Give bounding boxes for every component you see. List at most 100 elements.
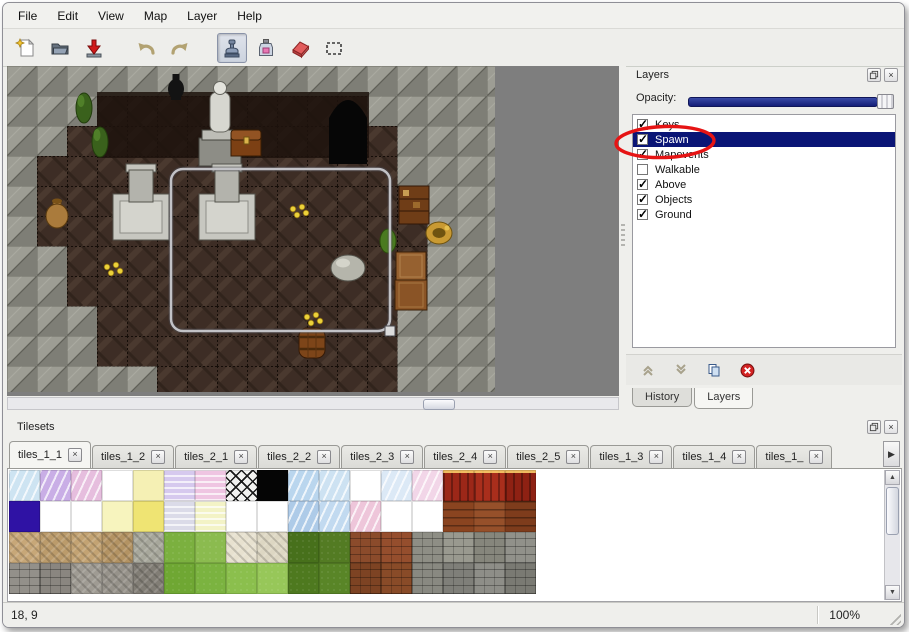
- redo-button[interactable]: [165, 33, 195, 63]
- close-tab-icon[interactable]: ×: [317, 450, 331, 464]
- tileset-tile[interactable]: [9, 532, 40, 563]
- tileset-tile[interactable]: [443, 470, 474, 501]
- tileset-tile[interactable]: [412, 563, 443, 594]
- close-panel-button[interactable]: ×: [884, 420, 898, 434]
- tab-layers[interactable]: Layers: [694, 388, 753, 409]
- layer-row-above[interactable]: Above: [633, 177, 895, 192]
- open-button[interactable]: [45, 33, 75, 63]
- tileset-tile[interactable]: [257, 532, 288, 563]
- tileset-tile[interactable]: [257, 470, 288, 501]
- tileset-tile[interactable]: [133, 501, 164, 532]
- scroll-down-button[interactable]: ▼: [885, 585, 900, 600]
- tileset-tile[interactable]: [505, 563, 536, 594]
- scroll-tabs-right-button[interactable]: ▶: [883, 441, 900, 467]
- tab-history[interactable]: History: [632, 388, 692, 407]
- tileset-tile[interactable]: [319, 470, 350, 501]
- tileset-tile[interactable]: [40, 532, 71, 563]
- float-panel-button[interactable]: [867, 420, 881, 434]
- tileset-tile[interactable]: [164, 532, 195, 563]
- tileset-tile[interactable]: [195, 563, 226, 594]
- tileset-tile[interactable]: [319, 532, 350, 563]
- fill-tool-button[interactable]: [251, 33, 281, 63]
- tileset-tab-tiles_2_1[interactable]: tiles_2_1×: [175, 445, 257, 468]
- resize-grip[interactable]: [887, 611, 901, 625]
- tileset-tile[interactable]: [381, 563, 412, 594]
- tileset-tile[interactable]: [226, 563, 257, 594]
- layer-visibility-checkbox[interactable]: [637, 149, 648, 160]
- scrollbar-thumb[interactable]: [423, 399, 455, 410]
- tileset-tab-tiles_2_5[interactable]: tiles_2_5×: [507, 445, 589, 468]
- tileset-tile[interactable]: [350, 470, 381, 501]
- duplicate-layer-button[interactable]: [704, 360, 724, 380]
- layer-row-objects[interactable]: Objects: [633, 192, 895, 207]
- tileset-tile[interactable]: [257, 501, 288, 532]
- tileset-tile[interactable]: [9, 470, 40, 501]
- opacity-slider[interactable]: [688, 94, 894, 107]
- tileset-tile[interactable]: [71, 501, 102, 532]
- new-file-button[interactable]: [11, 33, 41, 63]
- tileset-tab-tiles_1_3[interactable]: tiles_1_3×: [590, 445, 672, 468]
- menu-file[interactable]: File: [9, 6, 46, 26]
- close-tab-icon[interactable]: ×: [809, 450, 823, 464]
- tileset-tile[interactable]: [164, 501, 195, 532]
- tileset-tile[interactable]: [412, 501, 443, 532]
- scroll-up-button[interactable]: ▲: [885, 470, 900, 485]
- scrollbar-thumb[interactable]: [886, 487, 899, 535]
- menu-layer[interactable]: Layer: [178, 6, 226, 26]
- layer-row-walkable[interactable]: Walkable: [633, 162, 895, 177]
- tileset-tile[interactable]: [474, 470, 505, 501]
- tileset-tab-tiles_1_1[interactable]: tiles_1_1×: [9, 441, 91, 468]
- tileset-tile[interactable]: [319, 501, 350, 532]
- tileset-tile[interactable]: [102, 532, 133, 563]
- layer-row-keys[interactable]: Keys: [633, 117, 895, 132]
- layer-visibility-checkbox[interactable]: [637, 164, 648, 175]
- map-h-scrollbar[interactable]: [7, 397, 619, 410]
- tileset-tile[interactable]: [288, 532, 319, 563]
- tileset-tile[interactable]: [505, 501, 536, 532]
- tileset-tile[interactable]: [350, 532, 381, 563]
- tileset-tile[interactable]: [474, 501, 505, 532]
- tileset-tile[interactable]: [443, 532, 474, 563]
- tileset-tile[interactable]: [164, 563, 195, 594]
- close-tab-icon[interactable]: ×: [234, 450, 248, 464]
- tileset-tile[interactable]: [350, 563, 381, 594]
- tileset-tile[interactable]: [474, 532, 505, 563]
- tileset-tile[interactable]: [505, 532, 536, 563]
- tileset-tile[interactable]: [195, 470, 226, 501]
- close-tab-icon[interactable]: ×: [566, 450, 580, 464]
- tileset-tab-truncated[interactable]: tiles_1_×: [756, 445, 832, 468]
- eraser-tool-button[interactable]: [285, 33, 315, 63]
- layer-row-spawn[interactable]: Spawn: [633, 132, 895, 147]
- tileset-tile[interactable]: [71, 470, 102, 501]
- tileset-tile[interactable]: [381, 532, 412, 563]
- tileset-tile[interactable]: [71, 532, 102, 563]
- menu-help[interactable]: Help: [228, 6, 271, 26]
- tileset-tile[interactable]: [319, 563, 350, 594]
- layer-visibility-checkbox[interactable]: [637, 179, 648, 190]
- tileset-tile[interactable]: [474, 563, 505, 594]
- vertical-splitter[interactable]: [619, 66, 626, 396]
- delete-layer-button[interactable]: [737, 360, 757, 380]
- layer-visibility-checkbox[interactable]: [637, 119, 648, 130]
- tileset-tile[interactable]: [40, 501, 71, 532]
- close-tab-icon[interactable]: ×: [483, 450, 497, 464]
- tileset-tile[interactable]: [381, 470, 412, 501]
- map-canvas[interactable]: [7, 66, 495, 392]
- tileset-tab-tiles_1_2[interactable]: tiles_1_2×: [92, 445, 174, 468]
- tileset-tile[interactable]: [133, 470, 164, 501]
- tileset-tile[interactable]: [288, 563, 319, 594]
- stamp-tool-button[interactable]: [217, 33, 247, 63]
- tileset-tile[interactable]: [40, 470, 71, 501]
- tileset-tile[interactable]: [381, 501, 412, 532]
- tileset-scrollbar[interactable]: ▲ ▼: [884, 470, 900, 600]
- layer-visibility-checkbox[interactable]: [637, 134, 648, 145]
- close-panel-button[interactable]: ×: [884, 68, 898, 82]
- layer-visibility-checkbox[interactable]: [637, 209, 648, 220]
- opacity-slider-track[interactable]: [688, 97, 878, 107]
- layer-visibility-checkbox[interactable]: [637, 194, 648, 205]
- tileset-tile[interactable]: [102, 501, 133, 532]
- tileset-tab-tiles_2_3[interactable]: tiles_2_3×: [341, 445, 423, 468]
- tileset-tab-tiles_2_2[interactable]: tiles_2_2×: [258, 445, 340, 468]
- tileset-tile[interactable]: [412, 532, 443, 563]
- tileset-tile[interactable]: [443, 501, 474, 532]
